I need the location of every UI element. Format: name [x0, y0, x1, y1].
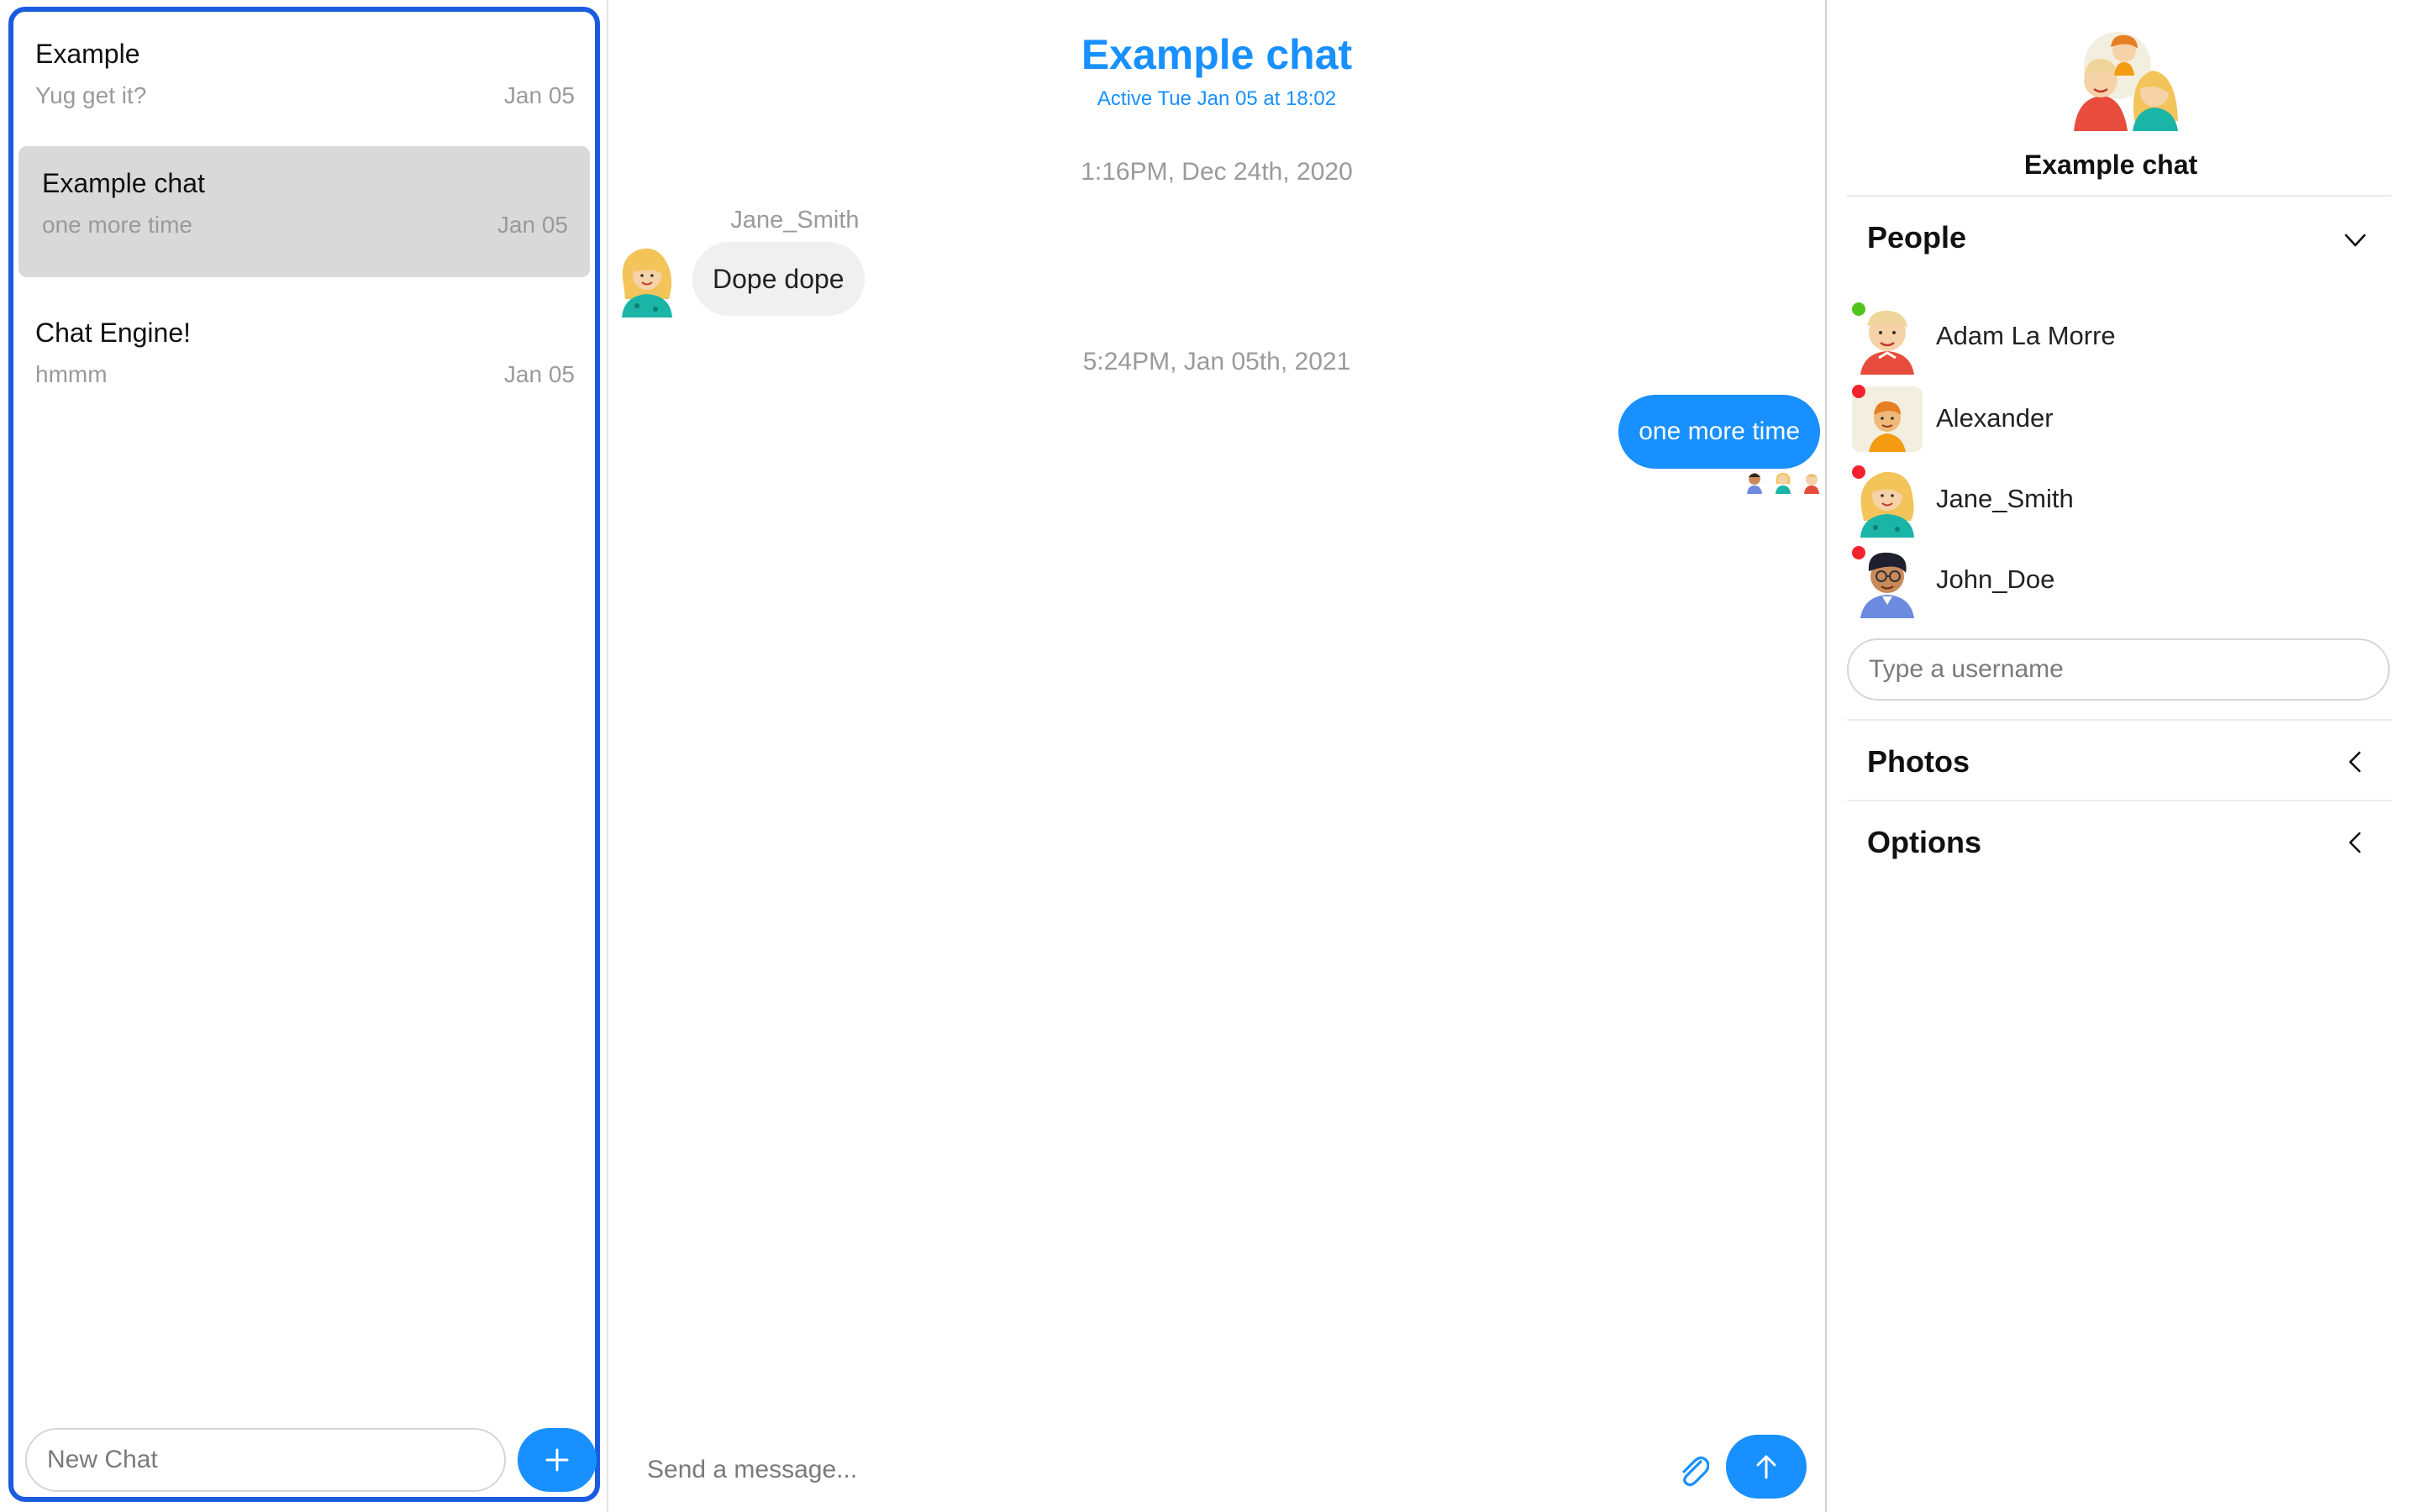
divider [1847, 195, 2391, 197]
offline-status-dot [1852, 465, 1865, 479]
new-chat-button[interactable] [518, 1428, 597, 1492]
person-name: John_Doe [1936, 564, 2055, 594]
message-input[interactable] [647, 1445, 1655, 1495]
person-name: Jane_Smith [1936, 484, 2074, 513]
chat-card-preview: Yug get it? [35, 82, 147, 108]
chat-card-date: Jan 05 [497, 212, 568, 238]
chevron-left-icon[interactable] [2343, 749, 2368, 774]
offline-status-dot [1852, 385, 1865, 398]
add-username-input[interactable] [1847, 638, 2390, 701]
chat-group-avatar [2074, 32, 2178, 131]
message-composer [608, 1428, 1825, 1512]
jane-smith-avatar [622, 248, 672, 318]
arrow-up-icon [1756, 1455, 1776, 1479]
chevron-left-icon[interactable] [2343, 830, 2368, 855]
adam-read-avatar [1804, 474, 1819, 494]
chat-card-title: Chat Engine! [35, 318, 192, 348]
message-bubble-sent: one more time [1618, 395, 1820, 469]
message-bubble-received: Dope dope [692, 242, 865, 316]
chat-card-example-chat[interactable]: Example chat one more time Jan 05 [18, 146, 590, 277]
send-button[interactable] [1726, 1435, 1807, 1499]
chat-card-example[interactable]: Example Yug get it? Jan 05 [18, 17, 590, 148]
chat-card-date: Jan 05 [503, 361, 575, 387]
message-timestamp: 5:24PM, Jan 05th, 2021 [1082, 348, 1351, 375]
plus-icon [545, 1448, 569, 1472]
person-row[interactable]: John_Doe [1850, 543, 2321, 618]
message-sender-name: Jane_Smith [730, 207, 860, 234]
new-chat-input[interactable] [25, 1428, 506, 1492]
online-status-dot [1852, 302, 1865, 316]
new-chat-form [25, 1428, 597, 1492]
jane-smith-read-avatar [1776, 473, 1791, 494]
chat-card-preview: hmmm [35, 361, 108, 387]
chat-card-preview: one more time [42, 212, 192, 238]
divider [1847, 719, 2391, 721]
chat-feed: Example chat Active Tue Jan 05 at 18:02 … [607, 0, 1827, 1512]
chevron-down-icon[interactable] [2343, 227, 2368, 252]
person-row[interactable]: Adam La Morre [1850, 299, 2321, 375]
photos-section-title[interactable]: Photos [1867, 744, 1970, 780]
people-section-title[interactable]: People [1867, 220, 1966, 255]
offline-status-dot [1852, 546, 1865, 559]
person-name: Adam La Morre [1936, 321, 2116, 350]
chat-title: Example chat [1081, 31, 1353, 78]
divider [1847, 800, 2391, 801]
chat-app: Example Yug get it? Jan 05 Example chat … [0, 0, 2420, 1512]
chat-card-title: Example [35, 39, 140, 69]
options-section-title[interactable]: Options [1867, 825, 1981, 860]
chat-card-title: Example chat [42, 168, 205, 198]
chat-settings: Example chat People Adam La Morre Alexan… [1828, 0, 2420, 1512]
chat-card-date: Jan 05 [503, 82, 575, 108]
settings-chat-title: Example chat [2023, 150, 2198, 180]
chat-card-chat-engine[interactable]: Chat Engine! hmmm Jan 05 [18, 296, 590, 427]
person-name: Alexander [1936, 403, 2054, 433]
chat-list: Example Yug get it? Jan 05 Example chat … [8, 7, 600, 1502]
person-row[interactable]: Jane_Smith [1850, 462, 2321, 538]
message-timestamp: 1:16PM, Dec 24th, 2020 [1081, 158, 1353, 186]
person-row[interactable]: Alexander [1850, 381, 2321, 457]
chat-activity-status: Active Tue Jan 05 at 18:02 [1097, 87, 1337, 110]
paperclip-icon[interactable] [1676, 1450, 1709, 1487]
john-doe-read-avatar [1747, 473, 1762, 494]
read-receipts [1744, 470, 1822, 494]
